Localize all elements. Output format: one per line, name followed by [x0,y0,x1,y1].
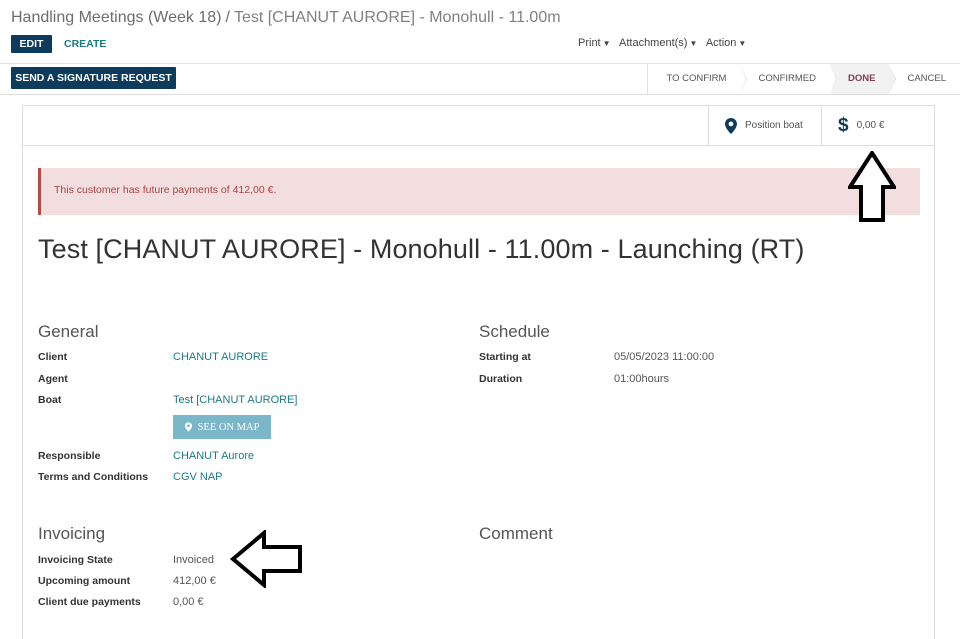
client-due-value: 0,00 € [173,596,204,608]
record-title: Test [CHANUT AURORE] - Monohull - 11.00m… [38,234,805,264]
amount-value: 0,00 € [856,120,885,131]
caret-down-icon: ▼ [602,39,611,48]
upcoming-amount-label: Upcoming amount [38,575,131,587]
duration-label: Duration [479,373,523,385]
payment-alert: This customer has future payments of 412… [38,168,920,215]
stage-done[interactable]: DONE [830,64,897,94]
stage-cancel[interactable]: CANCEL [889,64,960,94]
responsible-link[interactable]: CHANUT Aurore [173,450,254,462]
breadcrumb: Handling Meetings (Week 18) / Test [CHANUT… [11,9,561,27]
duration-value: 01:00hours [614,373,670,385]
position-boat-button[interactable]: Position boat [708,106,821,145]
breadcrumb-parent-link[interactable]: Handling Meetings (Week 18) [11,9,221,26]
boat-link[interactable]: Test [CHANUT AURORE] [173,394,298,406]
print-label: Print [578,37,601,49]
invoicing-state-label: Invoicing State [38,554,113,566]
see-on-map-button[interactable]: SEE ON MAP [173,415,271,439]
send-signature-request-button[interactable]: SEND A SIGNATURE REQUEST [11,67,176,89]
map-marker-icon [184,422,192,432]
starting-at-label: Starting at [479,351,531,363]
up-arrow-annotation-icon [848,151,896,222]
responsible-label: Responsible [38,450,101,462]
stage-confirmed[interactable]: CONFIRMED [740,64,837,94]
comment-section-title: Comment [479,524,553,543]
map-marker-icon [725,117,737,134]
invoicing-state-value: Invoiced [173,554,214,566]
upcoming-amount-value: 412,00 € [173,575,216,587]
alert-text: This customer has future payments of 412… [54,184,277,196]
stage-to-confirm[interactable]: TO CONFIRM [648,64,748,94]
client-due-label: Client due payments [38,596,141,608]
status-bar: TO CONFIRM CONFIRMED DONE CANCEL [647,64,960,94]
print-dropdown[interactable]: Print ▼ [578,37,611,49]
action-label: Action [705,37,737,49]
client-link[interactable]: CHANUT AURORE [173,351,268,363]
caret-down-icon: ▼ [689,39,698,48]
boat-label: Boat [38,394,62,406]
breadcrumb-separator: / [225,9,230,26]
client-label: Client [38,351,68,363]
caret-down-icon: ▼ [738,39,747,48]
amount-button[interactable]: $ 0,00 € [821,106,934,145]
create-button[interactable]: CREATE [64,35,106,53]
terms-link[interactable]: CGV NAP [173,471,223,483]
attachments-label: Attachment(s) [619,37,688,49]
see-on-map-label: SEE ON MAP [197,421,260,433]
schedule-section-title: Schedule [479,322,550,341]
control-panel: Handling Meetings (Week 18) / Test [CHANUT… [0,0,960,95]
general-section-title: General [38,322,99,341]
agent-label: Agent [38,373,68,385]
starting-at-value: 05/05/2023 11:00:00 [614,351,715,363]
left-arrow-annotation-icon [230,530,302,588]
action-menus: Print ▼ Attachment(s) ▼ Action ▼ [578,37,752,49]
action-dropdown[interactable]: Action ▼ [706,37,747,49]
dollar-icon: $ [838,114,849,136]
invoicing-section-title: Invoicing [38,524,106,543]
form-sheet: Position boat $ 0,00 € This customer has… [22,105,935,639]
terms-label: Terms and Conditions [38,471,149,483]
edit-button[interactable]: EDIT [11,35,52,53]
breadcrumb-current: Test [CHANUT AURORE] - Monohull - 11.00m [233,9,561,26]
position-boat-label: Position boat [745,120,803,131]
smart-button-box: Position boat $ 0,00 € [23,106,934,146]
attachments-dropdown[interactable]: Attachment(s) ▼ [619,37,697,49]
